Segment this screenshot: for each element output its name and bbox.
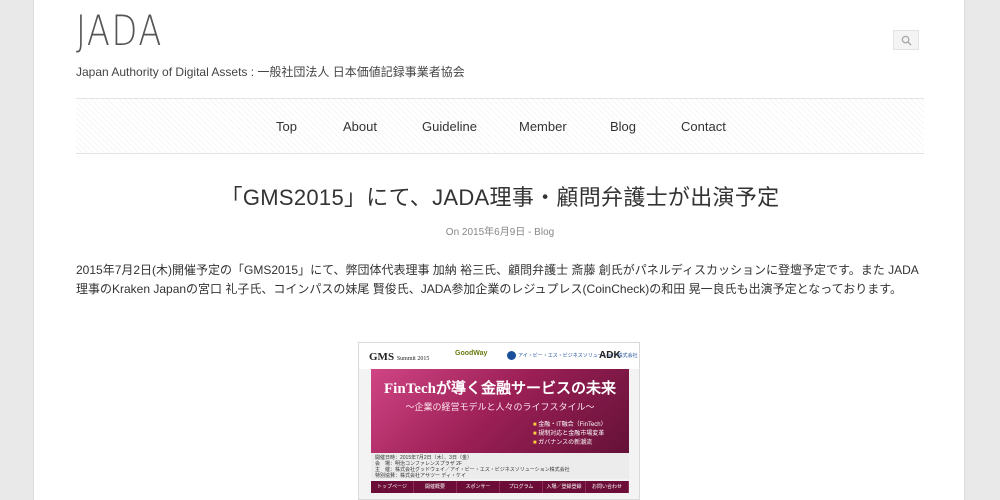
nav-item-about[interactable]: About [343,119,377,134]
banner-topic-list: 金融・IT融合（FinTech） 規制対応と金融市場変革 ガバナンスの新潮流 [533,421,623,448]
post-category-link[interactable]: Blog [534,227,554,238]
adk-logo: ADK [599,350,621,361]
main-navigation: Top About Guideline Member Blog Contact [76,98,924,154]
banner-info-line: 特別協賛：株式会社アサツー ディ・ケイ [375,473,466,479]
banner-tab: 開催概要 [414,481,457,493]
gms-logo: GMS Summit 2015 [369,351,430,363]
post-title: 「GMS2015」にて、JADA理事・顧問弁護士が出演予定 [220,185,780,210]
nav-item-guideline[interactable]: Guideline [422,119,477,134]
site-title[interactable]: JADA [76,6,163,55]
banner-event-info: 開催日時：2015年7月2日（木）、3日（金） 会 場：明治コンファレンスプラザ… [371,453,629,479]
page-container: JADA Japan Authority of Digital Assets :… [33,0,965,500]
banner-topic: 金融・IT融合（FinTech） [533,421,623,430]
banner-sponsor-strip: GMS Summit 2015 GoodWay アイ・ビー・エス・ビジネスソリュ… [359,343,639,369]
banner-hero-subtitle: ～企業の経営モデルと人々のライフスタイル～ [405,402,595,412]
banner-hero: FinTechが導く金融サービスの未来 ～企業の経営モデルと人々のライフスタイル… [371,369,629,479]
nav-item-contact[interactable]: Contact [681,119,726,134]
banner-topic: ガバナンスの新潮流 [533,439,623,448]
post-body: 2015年7月2日(木)開催予定の「GMS2015」にて、弊団体代表理事 加納 … [76,263,919,296]
event-banner-image[interactable]: GMS Summit 2015 GoodWay アイ・ビー・エス・ビジネスソリュ… [358,342,640,500]
ibs-logo-icon [507,351,516,360]
search-icon [901,35,912,46]
site-tagline: Japan Authority of Digital Assets : 一般社団… [76,65,465,79]
banner-tab: トップページ [371,481,414,493]
banner-topic: 規制対応と金融市場変革 [533,430,623,439]
banner-hero-title: FinTechが導く金融サービスの未来 [384,381,616,397]
banner-tab: お問い合わせ [586,481,629,493]
post-meta: On 2015年6月9日 - Blog [76,223,924,238]
post-date: On 2015年6月9日 - [445,227,535,238]
banner-tab: プログラム [500,481,543,493]
nav-item-top[interactable]: Top [276,119,297,134]
nav-item-member[interactable]: Member [519,119,567,134]
banner-tab-bar: トップページ 開催概要 スポンサー プログラム 入場／登録登録 お問い合わせ [371,481,629,493]
banner-tab: 入場／登録登録 [543,481,586,493]
search-button[interactable] [893,30,919,50]
nav-item-blog[interactable]: Blog [610,119,636,134]
goodway-logo: GoodWay [455,350,488,357]
banner-tab: スポンサー [457,481,500,493]
